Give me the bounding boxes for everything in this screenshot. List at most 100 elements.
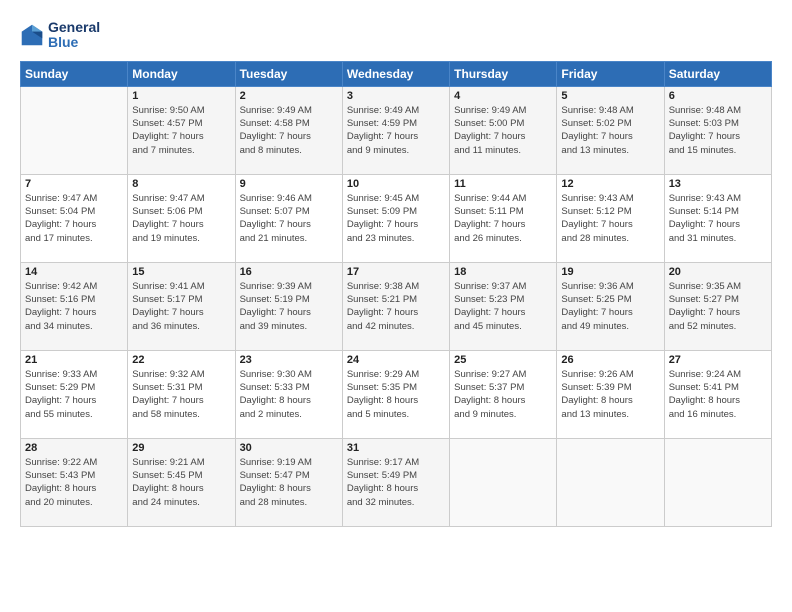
day-number: 18 xyxy=(454,266,552,278)
day-info: Sunrise: 9:19 AM Sunset: 5:47 PM Dayligh… xyxy=(240,456,338,509)
calendar-cell: 19 Sunrise: 9:36 AM Sunset: 5:25 PM Dayli… xyxy=(557,262,664,350)
day-number: 8 xyxy=(132,178,230,190)
day-number: 22 xyxy=(132,354,230,366)
day-number: 1 xyxy=(132,90,230,102)
day-number: 15 xyxy=(132,266,230,278)
day-number: 24 xyxy=(347,354,445,366)
day-number: 2 xyxy=(240,90,338,102)
calendar-cell: 15 Sunrise: 9:41 AM Sunset: 5:17 PM Dayli… xyxy=(128,262,235,350)
day-info: Sunrise: 9:49 AM Sunset: 4:59 PM Dayligh… xyxy=(347,104,445,157)
calendar-cell: 24 Sunrise: 9:29 AM Sunset: 5:35 PM Dayli… xyxy=(342,350,449,438)
calendar-cell: 1 Sunrise: 9:50 AM Sunset: 4:57 PM Daylig… xyxy=(128,86,235,174)
calendar-table: SundayMondayTuesdayWednesdayThursdayFrid… xyxy=(20,61,772,527)
day-number: 21 xyxy=(25,354,123,366)
day-number: 9 xyxy=(240,178,338,190)
weekday-header-sunday: Sunday xyxy=(21,61,128,86)
day-info: Sunrise: 9:42 AM Sunset: 5:16 PM Dayligh… xyxy=(25,280,123,333)
day-info: Sunrise: 9:45 AM Sunset: 5:09 PM Dayligh… xyxy=(347,192,445,245)
calendar-cell xyxy=(21,86,128,174)
day-number: 10 xyxy=(347,178,445,190)
day-info: Sunrise: 9:39 AM Sunset: 5:19 PM Dayligh… xyxy=(240,280,338,333)
day-info: Sunrise: 9:43 AM Sunset: 5:12 PM Dayligh… xyxy=(561,192,659,245)
day-number: 13 xyxy=(669,178,767,190)
day-info: Sunrise: 9:37 AM Sunset: 5:23 PM Dayligh… xyxy=(454,280,552,333)
day-info: Sunrise: 9:33 AM Sunset: 5:29 PM Dayligh… xyxy=(25,368,123,421)
day-info: Sunrise: 9:35 AM Sunset: 5:27 PM Dayligh… xyxy=(669,280,767,333)
logo: General Blue xyxy=(20,20,100,51)
calendar-cell: 13 Sunrise: 9:43 AM Sunset: 5:14 PM Dayli… xyxy=(664,174,771,262)
day-number: 16 xyxy=(240,266,338,278)
day-info: Sunrise: 9:29 AM Sunset: 5:35 PM Dayligh… xyxy=(347,368,445,421)
calendar-cell: 6 Sunrise: 9:48 AM Sunset: 5:03 PM Daylig… xyxy=(664,86,771,174)
calendar-cell: 30 Sunrise: 9:19 AM Sunset: 5:47 PM Dayli… xyxy=(235,438,342,526)
calendar-cell xyxy=(664,438,771,526)
day-info: Sunrise: 9:22 AM Sunset: 5:43 PM Dayligh… xyxy=(25,456,123,509)
calendar-cell: 25 Sunrise: 9:27 AM Sunset: 5:37 PM Dayli… xyxy=(450,350,557,438)
day-number: 23 xyxy=(240,354,338,366)
day-info: Sunrise: 9:27 AM Sunset: 5:37 PM Dayligh… xyxy=(454,368,552,421)
calendar-cell: 12 Sunrise: 9:43 AM Sunset: 5:12 PM Dayli… xyxy=(557,174,664,262)
day-info: Sunrise: 9:38 AM Sunset: 5:21 PM Dayligh… xyxy=(347,280,445,333)
day-number: 17 xyxy=(347,266,445,278)
calendar-cell: 3 Sunrise: 9:49 AM Sunset: 4:59 PM Daylig… xyxy=(342,86,449,174)
day-number: 28 xyxy=(25,442,123,454)
calendar-cell: 7 Sunrise: 9:47 AM Sunset: 5:04 PM Daylig… xyxy=(21,174,128,262)
day-number: 12 xyxy=(561,178,659,190)
day-info: Sunrise: 9:21 AM Sunset: 5:45 PM Dayligh… xyxy=(132,456,230,509)
calendar-cell: 4 Sunrise: 9:49 AM Sunset: 5:00 PM Daylig… xyxy=(450,86,557,174)
calendar-cell: 31 Sunrise: 9:17 AM Sunset: 5:49 PM Dayli… xyxy=(342,438,449,526)
weekday-header-friday: Friday xyxy=(557,61,664,86)
day-info: Sunrise: 9:26 AM Sunset: 5:39 PM Dayligh… xyxy=(561,368,659,421)
day-number: 19 xyxy=(561,266,659,278)
day-info: Sunrise: 9:47 AM Sunset: 5:04 PM Dayligh… xyxy=(25,192,123,245)
calendar-cell: 10 Sunrise: 9:45 AM Sunset: 5:09 PM Dayli… xyxy=(342,174,449,262)
day-number: 3 xyxy=(347,90,445,102)
calendar-cell: 21 Sunrise: 9:33 AM Sunset: 5:29 PM Dayli… xyxy=(21,350,128,438)
calendar-cell xyxy=(450,438,557,526)
calendar-cell: 17 Sunrise: 9:38 AM Sunset: 5:21 PM Dayli… xyxy=(342,262,449,350)
day-number: 31 xyxy=(347,442,445,454)
calendar-cell: 14 Sunrise: 9:42 AM Sunset: 5:16 PM Dayli… xyxy=(21,262,128,350)
day-number: 6 xyxy=(669,90,767,102)
day-number: 20 xyxy=(669,266,767,278)
day-number: 26 xyxy=(561,354,659,366)
day-info: Sunrise: 9:32 AM Sunset: 5:31 PM Dayligh… xyxy=(132,368,230,421)
day-info: Sunrise: 9:17 AM Sunset: 5:49 PM Dayligh… xyxy=(347,456,445,509)
weekday-header-monday: Monday xyxy=(128,61,235,86)
calendar-cell: 26 Sunrise: 9:26 AM Sunset: 5:39 PM Dayli… xyxy=(557,350,664,438)
day-number: 27 xyxy=(669,354,767,366)
day-info: Sunrise: 9:30 AM Sunset: 5:33 PM Dayligh… xyxy=(240,368,338,421)
calendar-cell: 16 Sunrise: 9:39 AM Sunset: 5:19 PM Dayli… xyxy=(235,262,342,350)
weekday-header-wednesday: Wednesday xyxy=(342,61,449,86)
day-number: 5 xyxy=(561,90,659,102)
day-number: 30 xyxy=(240,442,338,454)
weekday-header-thursday: Thursday xyxy=(450,61,557,86)
calendar-cell: 23 Sunrise: 9:30 AM Sunset: 5:33 PM Dayli… xyxy=(235,350,342,438)
day-info: Sunrise: 9:24 AM Sunset: 5:41 PM Dayligh… xyxy=(669,368,767,421)
calendar-cell: 28 Sunrise: 9:22 AM Sunset: 5:43 PM Dayli… xyxy=(21,438,128,526)
day-number: 25 xyxy=(454,354,552,366)
day-info: Sunrise: 9:43 AM Sunset: 5:14 PM Dayligh… xyxy=(669,192,767,245)
calendar-cell: 5 Sunrise: 9:48 AM Sunset: 5:02 PM Daylig… xyxy=(557,86,664,174)
calendar-cell: 2 Sunrise: 9:49 AM Sunset: 4:58 PM Daylig… xyxy=(235,86,342,174)
day-info: Sunrise: 9:50 AM Sunset: 4:57 PM Dayligh… xyxy=(132,104,230,157)
day-number: 7 xyxy=(25,178,123,190)
day-number: 14 xyxy=(25,266,123,278)
day-info: Sunrise: 9:48 AM Sunset: 5:03 PM Dayligh… xyxy=(669,104,767,157)
day-info: Sunrise: 9:41 AM Sunset: 5:17 PM Dayligh… xyxy=(132,280,230,333)
day-info: Sunrise: 9:36 AM Sunset: 5:25 PM Dayligh… xyxy=(561,280,659,333)
day-info: Sunrise: 9:49 AM Sunset: 4:58 PM Dayligh… xyxy=(240,104,338,157)
calendar-cell: 11Sunrise: 9:44 AM Sunset: 5:11 PM Dayli… xyxy=(450,174,557,262)
day-number: 29 xyxy=(132,442,230,454)
calendar-cell: 18 Sunrise: 9:37 AM Sunset: 5:23 PM Dayli… xyxy=(450,262,557,350)
day-info: Sunrise: 9:48 AM Sunset: 5:02 PM Dayligh… xyxy=(561,104,659,157)
calendar-cell: 9 Sunrise: 9:46 AM Sunset: 5:07 PM Daylig… xyxy=(235,174,342,262)
day-info: Sunrise: 9:46 AM Sunset: 5:07 PM Dayligh… xyxy=(240,192,338,245)
calendar-cell: 22 Sunrise: 9:32 AM Sunset: 5:31 PM Dayli… xyxy=(128,350,235,438)
day-info: Sunrise: 9:49 AM Sunset: 5:00 PM Dayligh… xyxy=(454,104,552,157)
calendar-cell: 27 Sunrise: 9:24 AM Sunset: 5:41 PM Dayli… xyxy=(664,350,771,438)
calendar-cell xyxy=(557,438,664,526)
weekday-header-tuesday: Tuesday xyxy=(235,61,342,86)
calendar-cell: 29 Sunrise: 9:21 AM Sunset: 5:45 PM Dayli… xyxy=(128,438,235,526)
day-number: 4 xyxy=(454,90,552,102)
